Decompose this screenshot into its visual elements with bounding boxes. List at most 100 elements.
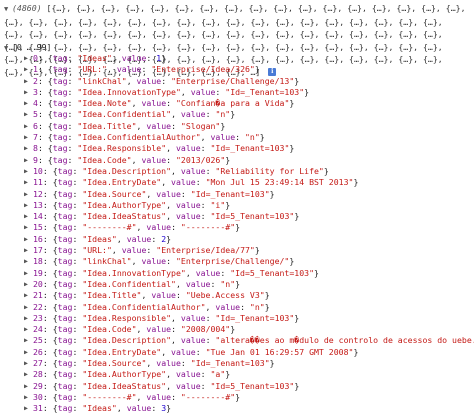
entry-index: 25 (33, 335, 43, 346)
array-entry[interactable]: ▶ 19: {tag: "Idea.InnovationType", value:… (0, 268, 474, 279)
expand-triangle-icon[interactable]: ▶ (24, 211, 32, 222)
entry-value: "n" (249, 301, 265, 312)
expand-triangle-icon[interactable]: ▶ (24, 76, 32, 87)
devtools-console-output: ▼ (4860) [{…}, {…}, {…}, {…}, {…}, {…}, {… (0, 0, 474, 413)
collapse-triangle-icon[interactable]: ▼ (4, 3, 12, 16)
array-entry[interactable]: ▶ 9: {tag: "Idea.Code", value: "2013/026"… (0, 155, 474, 166)
expand-triangle-icon[interactable]: ▶ (24, 143, 32, 154)
array-entry[interactable]: ▶ 17: {tag: "URL:", value: "Enterprise/Id… (0, 245, 474, 256)
expand-triangle-icon[interactable]: ▶ (24, 87, 32, 98)
array-entry[interactable]: ▶ 29: {tag: "Idea.IdeaStatus", value: "Id… (0, 381, 474, 392)
array-entry[interactable]: ▶ 22: {tag: "Idea.ConfidentialAuthor", va… (0, 302, 474, 313)
entry-index: 15 (33, 222, 43, 233)
entry-content: 1: {tag: "URL:", value: "Enterprise/Idea… (33, 64, 260, 75)
expand-triangle-icon[interactable]: ▶ (24, 109, 32, 120)
entry-content: 31: {tag: "Ideas", value: 3} (33, 403, 172, 414)
array-entry[interactable]: ▶ 13: {tag: "Idea.AuthorType", value: "i"… (0, 200, 474, 211)
array-entry[interactable]: ▶ 18: {tag: "linkChal", value: "Enterpris… (0, 256, 474, 267)
entry-value: "Id=_Tenant=103" (225, 86, 305, 97)
expand-triangle-icon[interactable]: ▶ (24, 53, 32, 64)
expand-triangle-icon[interactable]: ▶ (24, 268, 32, 279)
expand-triangle-icon[interactable]: ▶ (24, 200, 32, 211)
expand-triangle-icon[interactable]: ▶ (24, 290, 32, 301)
entry-content: 3: {tag: "Idea.InnovationType", value: "… (33, 86, 310, 97)
array-entry[interactable]: ▶ 25: {tag: "Idea.Description", value: "a… (0, 335, 474, 346)
expand-triangle-icon[interactable]: ▶ (24, 234, 32, 245)
expand-triangle-icon[interactable]: ▶ (24, 98, 32, 109)
entry-tag: "URL:" (82, 245, 112, 256)
entry-value: "Uebe.Access V3" (185, 290, 265, 301)
expand-triangle-icon[interactable]: ▶ (24, 64, 32, 75)
expand-triangle-icon[interactable]: ▶ (24, 403, 32, 414)
expand-triangle-icon[interactable]: ▶ (24, 347, 32, 358)
array-entry[interactable]: ▶ 23: {tag: "Idea.Responsible", value: "I… (0, 313, 474, 324)
expand-triangle-icon[interactable]: ▶ (24, 166, 32, 177)
entry-index: 20 (33, 278, 43, 289)
entry-index: 14 (33, 211, 43, 222)
expand-triangle-icon[interactable]: ▶ (24, 256, 32, 267)
expand-triangle-icon[interactable]: ▶ (24, 313, 32, 324)
array-entry[interactable]: ▶ 10: {tag: "Idea.Description", value: "R… (0, 166, 474, 177)
entry-tag: "Idea.Source" (82, 358, 147, 369)
entry-content: 22: {tag: "Idea.ConfidentialAuthor", val… (33, 301, 270, 312)
expand-triangle-icon[interactable]: ▶ (24, 132, 32, 143)
array-entry[interactable]: ▶ 26: {tag: "Idea.EntryDate", value: "Tue… (0, 347, 474, 358)
entry-content: 17: {tag: "URL:", value: "Enterprise/Ide… (33, 245, 260, 256)
array-entry[interactable]: ▶ 0: {tag: "Ideas", value: 1} (0, 53, 474, 64)
expand-triangle-icon[interactable]: ▶ (24, 302, 32, 313)
array-entry[interactable]: ▶ 1: {tag: "URL:", value: "Enterprise/Ide… (0, 64, 474, 75)
expand-triangle-icon[interactable]: ▶ (24, 222, 32, 233)
array-entry[interactable]: ▶ 28: {tag: "Idea.AuthorType", value: "a"… (0, 369, 474, 380)
array-entry[interactable]: ▶ 7: {tag: "Idea.ConfidentialAuthor", val… (0, 132, 474, 143)
entry-content: 10: {tag: "Idea.Description", value: "Re… (33, 165, 329, 176)
array-entry[interactable]: ▶ 15: {tag: "--------#", value: "--------… (0, 222, 474, 233)
entry-value: "Tue Jan 01 16:29:57 GMT 2008" (205, 346, 354, 357)
array-entry[interactable]: ▶ 3: {tag: "Idea.InnovationType", value: … (0, 87, 474, 98)
entry-index: 17 (33, 245, 43, 256)
entry-index: 23 (33, 312, 43, 323)
array-entry[interactable]: ▶ 27: {tag: "Idea.Source", value: "Id=_Te… (0, 358, 474, 369)
expand-triangle-icon[interactable]: ▶ (24, 177, 32, 188)
entry-value: "Reliability for Life" (215, 165, 324, 176)
array-entry[interactable]: ▶ 21: {tag: "Idea.Title", value: "Uebe.Ac… (0, 290, 474, 301)
entry-tag: "Ideas" (82, 403, 117, 414)
entry-value: "Enterprise/Challenge/" (175, 256, 290, 267)
entry-value: "Id=_Tenant=103" (190, 188, 270, 199)
expand-triangle-icon[interactable]: ▶ (24, 155, 32, 166)
entry-content: 13: {tag: "Idea.AuthorType", value: "i"} (33, 199, 231, 210)
expand-triangle-icon[interactable]: ▶ (24, 245, 32, 256)
array-entry[interactable]: ▶ 31: {tag: "Ideas", value: 3} (0, 403, 474, 414)
array-entry[interactable]: ▶ 5: {tag: "Idea.Confidential", value: "n… (0, 109, 474, 120)
entry-value: "Id=5_Tenant=103" (210, 211, 295, 222)
array-entry[interactable]: ▶ 2: {tag: "linkChal", value: "Enterprise… (0, 76, 474, 87)
expand-triangle-icon[interactable]: ▶ (24, 324, 32, 335)
expand-triangle-icon[interactable]: ▶ (24, 189, 32, 200)
entry-tag: "--------#" (82, 391, 137, 402)
expand-triangle-icon[interactable]: ▶ (24, 369, 32, 380)
entry-tag: "Idea.Responsible" (77, 143, 167, 154)
array-entry[interactable]: ▶ 12: {tag: "Idea.Source", value: "Id=_Te… (0, 189, 474, 200)
entry-content: 16: {tag: "Ideas", value: 2} (33, 233, 172, 244)
entry-content: 19: {tag: "Idea.InnovationType", value: … (33, 267, 319, 278)
array-entry[interactable]: ▶ 16: {tag: "Ideas", value: 2} (0, 234, 474, 245)
entry-tag: "Idea.ConfidentialAuthor" (82, 301, 206, 312)
entry-content: 14: {tag: "Idea.IdeaStatus", value: "Id=… (33, 211, 300, 222)
array-entry[interactable]: ▶ 14: {tag: "Idea.IdeaStatus", value: "Id… (0, 211, 474, 222)
expand-triangle-icon[interactable]: ▶ (24, 335, 32, 346)
array-entry[interactable]: ▶ 20: {tag: "Idea.Confidential", value: "… (0, 279, 474, 290)
array-entry[interactable]: ▶ 6: {tag: "Idea.Title", value: "Slogan"} (0, 121, 474, 132)
expand-triangle-icon[interactable]: ▶ (24, 279, 32, 290)
range-group-header[interactable]: ▼ [0 … 99] (4, 42, 51, 53)
entry-tag: "Idea.AuthorType" (82, 369, 167, 380)
entry-tag: "Idea.Confidential" (82, 278, 176, 289)
array-entry[interactable]: ▶ 24: {tag: "Idea.Code", value: "2008/004… (0, 324, 474, 335)
array-entry[interactable]: ▶ 11: {tag: "Idea.EntryDate", value: "Mon… (0, 177, 474, 188)
expand-triangle-icon[interactable]: ▶ (24, 358, 32, 369)
entry-value: "Id=5_Tenant=103" (210, 380, 295, 391)
expand-triangle-icon[interactable]: ▶ (24, 121, 32, 132)
entry-index: 11 (33, 177, 43, 188)
array-entry[interactable]: ▶ 8: {tag: "Idea.Responsible", value: "Id… (0, 143, 474, 154)
entry-value: "Id=_Tenant=103" (215, 312, 295, 323)
expand-triangle-icon[interactable]: ▶ (24, 381, 32, 392)
array-entry[interactable]: ▶ 4: {tag: "Idea.Note", value: "Confian�a… (0, 98, 474, 109)
